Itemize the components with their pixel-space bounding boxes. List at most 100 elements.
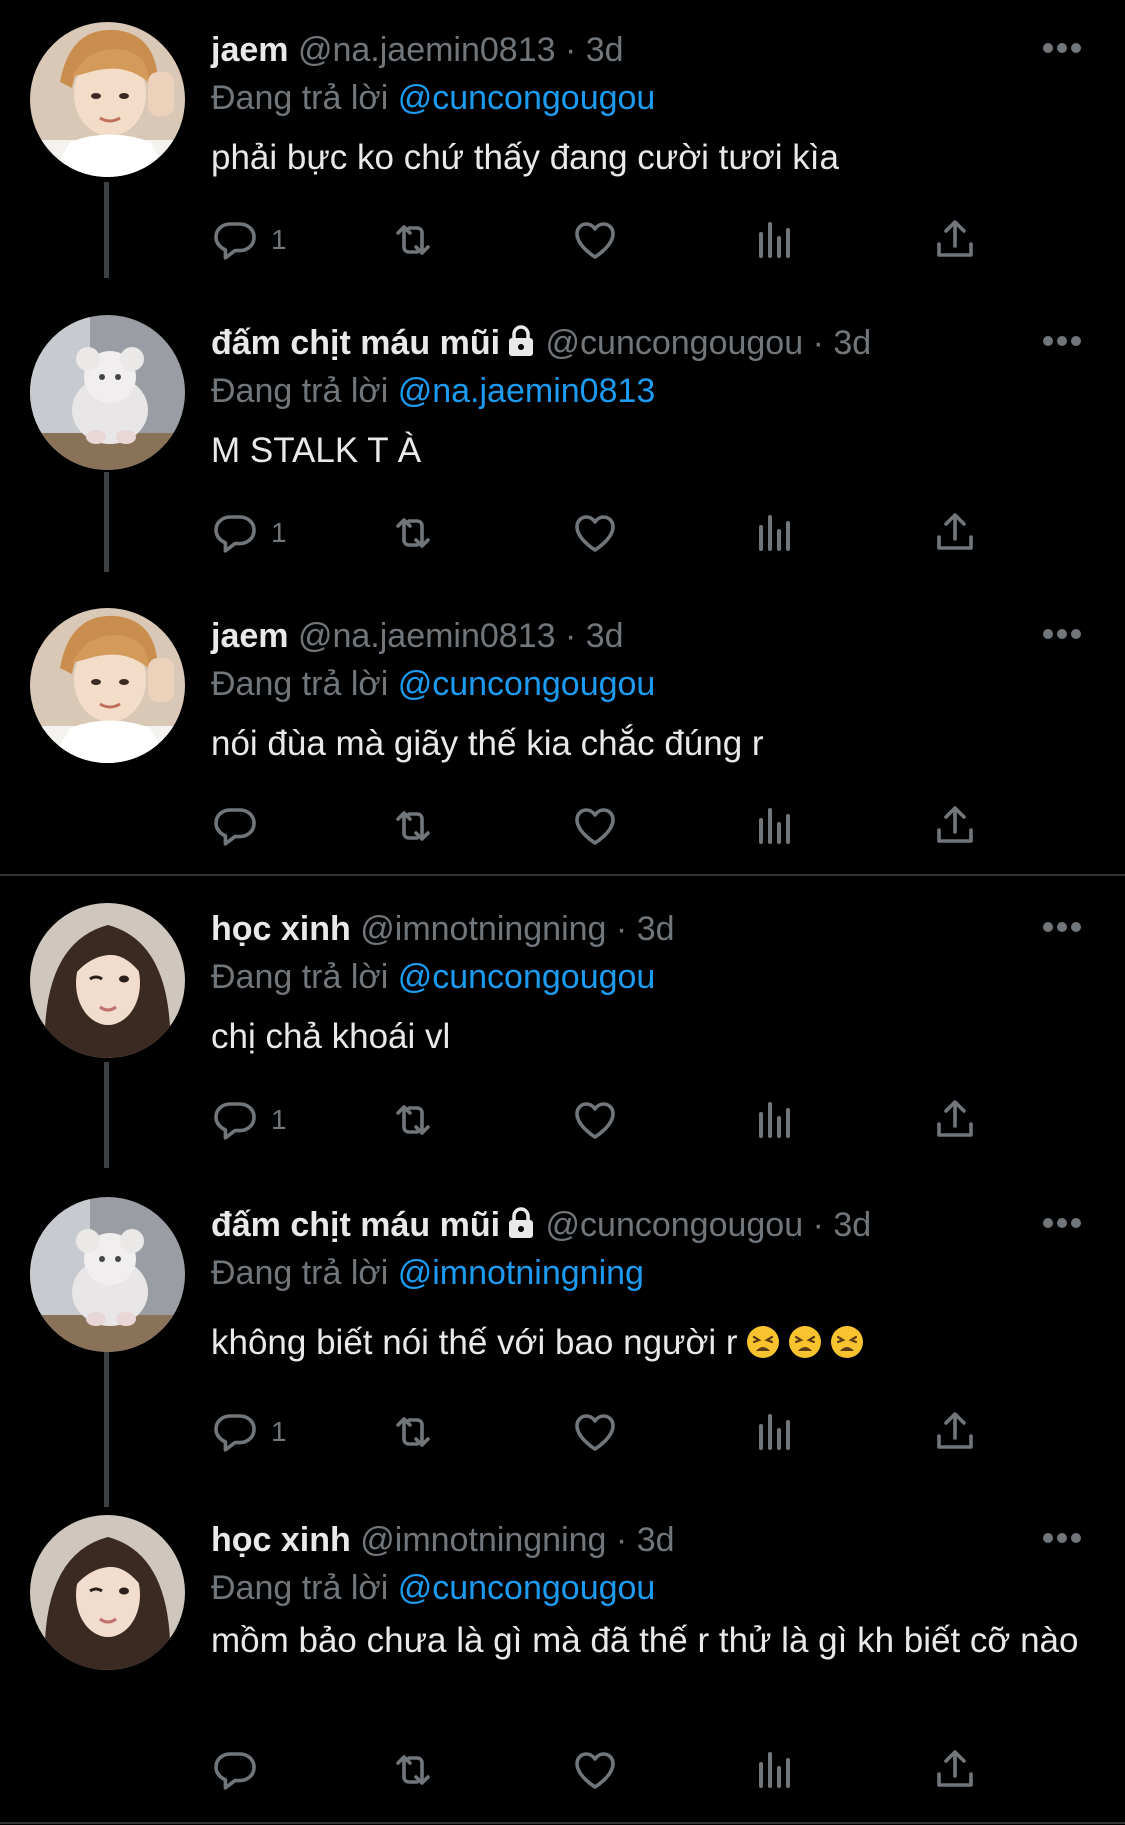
views-button[interactable]	[751, 1402, 799, 1462]
display-name[interactable]: jaem	[211, 617, 289, 655]
username[interactable]: @cuncongougou	[546, 324, 804, 362]
girl-avatar	[30, 1515, 185, 1670]
tweet-header: đấm chịt máu mũi @cuncongougou · 3d	[211, 1202, 871, 1248]
heart-icon	[575, 1414, 615, 1451]
reply-icon	[214, 1414, 256, 1452]
share-button[interactable]	[931, 1402, 979, 1462]
more-icon[interactable]	[1042, 1216, 1082, 1230]
retweet-button[interactable]	[389, 1402, 437, 1462]
mention-link[interactable]: @imnotningning	[398, 1254, 644, 1292]
like-button[interactable]	[571, 1740, 619, 1800]
heart-icon	[575, 222, 615, 259]
avatar[interactable]	[30, 903, 185, 1058]
retweet-button[interactable]	[389, 503, 437, 563]
tweet[interactable]: học xinh @imnotningning · 3d Đang trả lờ…	[0, 880, 1125, 1180]
bottom-divider	[0, 1822, 1125, 1824]
timestamp[interactable]: 3d	[637, 1521, 675, 1559]
views-button[interactable]	[751, 210, 799, 270]
more-icon[interactable]	[1042, 41, 1082, 55]
retweet-button[interactable]	[389, 1090, 437, 1150]
mention-link[interactable]: @cuncongougou	[398, 665, 656, 703]
avatar[interactable]	[30, 1515, 185, 1670]
views-button[interactable]	[751, 503, 799, 563]
tweet[interactable]: đấm chịt máu mũi @cuncongougou · 3d Đang…	[0, 295, 1125, 588]
retweet-icon	[396, 811, 430, 841]
username[interactable]: @cuncongougou	[546, 1206, 804, 1244]
retweet-button[interactable]	[389, 210, 437, 270]
mention-link[interactable]: @cuncongougou	[398, 79, 656, 117]
share-button[interactable]	[931, 796, 979, 856]
mention-link[interactable]: @na.jaemin0813	[398, 372, 656, 410]
timestamp[interactable]: 3d	[586, 617, 624, 655]
avatar[interactable]	[30, 22, 185, 177]
share-icon	[937, 1100, 973, 1137]
display-name[interactable]: jaem	[211, 31, 289, 69]
retweet-icon	[396, 225, 430, 255]
reply-count: 1	[271, 517, 287, 548]
share-button[interactable]	[931, 1740, 979, 1800]
share-button[interactable]	[931, 503, 979, 563]
like-button[interactable]	[571, 1402, 619, 1462]
tweet[interactable]: jaem @na.jaemin0813 · 3d Đang trả lời @c…	[0, 588, 1125, 874]
tweet[interactable]: đấm chịt máu mũi @cuncongougou · 3d Đang…	[0, 1180, 1125, 1515]
timestamp[interactable]: 3d	[586, 31, 624, 69]
username[interactable]: @na.jaemin0813	[298, 617, 556, 655]
reply-button[interactable]: 1	[211, 503, 287, 563]
like-button[interactable]	[571, 503, 619, 563]
more-icon[interactable]	[1042, 627, 1082, 641]
more-icon[interactable]	[1042, 920, 1082, 934]
timestamp[interactable]: 3d	[833, 324, 871, 362]
tweet-header: jaem @na.jaemin0813 · 3d	[211, 613, 624, 659]
conversation-divider	[0, 874, 1125, 876]
reply-button[interactable]: 1	[211, 210, 287, 270]
mention-link[interactable]: @cuncongougou	[398, 958, 656, 996]
replying-to-label: Đang trả lời	[211, 79, 389, 117]
reply-button[interactable]	[211, 1740, 271, 1800]
separator: ·	[564, 31, 577, 69]
display-name[interactable]: học xinh	[211, 1521, 351, 1559]
timestamp[interactable]: 3d	[637, 910, 675, 948]
share-button[interactable]	[931, 1090, 979, 1150]
timestamp[interactable]: 3d	[833, 1206, 871, 1244]
share-button[interactable]	[931, 210, 979, 270]
display-name[interactable]: đấm chịt máu mũi	[211, 1206, 500, 1244]
retweet-button[interactable]	[389, 796, 437, 856]
display-name[interactable]: đấm chịt máu mũi	[211, 324, 500, 362]
views-button[interactable]	[751, 1740, 799, 1800]
separator: ·	[615, 910, 628, 948]
lock-icon	[509, 1207, 534, 1238]
tweet-text: M STALK T À	[211, 431, 422, 470]
display-name[interactable]: học xinh	[211, 910, 351, 948]
tweet-header: học xinh @imnotningning · 3d	[211, 906, 675, 952]
plush-avatar	[30, 315, 185, 470]
tweet-text: nói đùa mà giãy thế kia chắc đúng r	[211, 724, 764, 763]
action-bar: 1	[211, 1402, 1011, 1462]
like-button[interactable]	[571, 1090, 619, 1150]
jaem-avatar	[30, 608, 185, 763]
views-button[interactable]	[751, 1090, 799, 1150]
more-icon[interactable]	[1042, 1531, 1082, 1545]
avatar[interactable]	[30, 608, 185, 763]
more-icon[interactable]	[1042, 334, 1082, 348]
username[interactable]: @na.jaemin0813	[298, 31, 556, 69]
retweet-button[interactable]	[389, 1740, 437, 1800]
reply-button[interactable]: 1	[211, 1402, 287, 1462]
like-button[interactable]	[571, 210, 619, 270]
avatar[interactable]	[30, 1197, 185, 1352]
reply-button[interactable]: 1	[211, 1090, 287, 1150]
reply-feed: jaem @na.jaemin0813 · 3d Đang trả lời @c…	[0, 0, 1125, 1825]
views-button[interactable]	[751, 796, 799, 856]
retweet-icon	[396, 518, 430, 548]
mention-link[interactable]: @cuncongougou	[398, 1569, 656, 1607]
tweet[interactable]: học xinh @imnotningning · 3d Đang trả lờ…	[0, 1515, 1125, 1825]
heart-icon	[575, 515, 615, 552]
like-button[interactable]	[571, 796, 619, 856]
retweet-icon	[396, 1105, 430, 1135]
avatar[interactable]	[30, 315, 185, 470]
tweet[interactable]: jaem @na.jaemin0813 · 3d Đang trả lời @c…	[0, 0, 1125, 295]
share-icon	[937, 806, 973, 843]
username[interactable]: @imnotningning	[360, 910, 606, 948]
tired-face-emoji	[830, 1326, 863, 1358]
username[interactable]: @imnotningning	[360, 1521, 606, 1559]
reply-button[interactable]	[211, 796, 271, 856]
